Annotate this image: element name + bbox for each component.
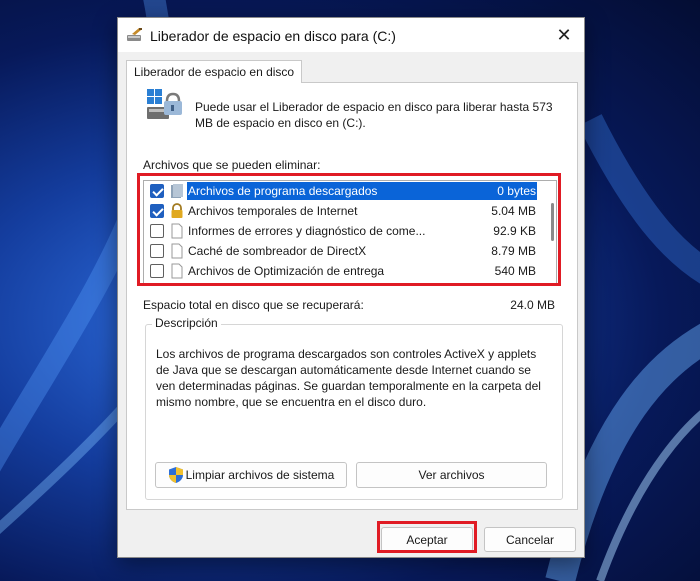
file-icon: [171, 263, 183, 279]
view-files-button[interactable]: Ver archivos: [356, 462, 547, 488]
window-title: Liberador de espacio en disco para (C:): [150, 28, 396, 44]
file-name: Archivos de Optimización de entrega: [188, 264, 385, 278]
title-bar[interactable]: Liberador de espacio en disco para (C:) …: [118, 18, 584, 52]
folder-icon: [171, 184, 183, 198]
checkbox[interactable]: [150, 244, 164, 258]
file-name: Informes de errores y diagnóstico de com…: [188, 224, 426, 238]
file-size: 8.79 MB: [491, 244, 536, 258]
list-item[interactable]: Informes de errores y diagnóstico de com…: [144, 221, 556, 241]
list-item[interactable]: Archivos de Optimización de entrega 540 …: [144, 261, 556, 281]
disk-cleanup-dialog: Liberador de espacio en disco para (C:) …: [117, 17, 585, 558]
cleanup-system-files-label: Limpiar archivos de sistema: [185, 468, 335, 482]
lock-icon: [171, 203, 183, 218]
file-icon: [171, 223, 183, 239]
file-name: Archivos de programa descargados: [188, 184, 378, 198]
desktop-background: Liberador de espacio en disco para (C:) …: [0, 0, 700, 581]
cleanup-system-files-button[interactable]: Limpiar archivos de sistema: [155, 462, 347, 488]
checkbox[interactable]: [150, 264, 164, 278]
file-name: Caché de sombreador de DirectX: [188, 244, 367, 258]
file-size: 0 bytes: [497, 184, 536, 198]
tab-panel: Puede usar el Liberador de espacio en di…: [126, 82, 578, 510]
description-legend: Descripción: [152, 316, 221, 330]
files-label: Archivos que se pueden eliminar:: [143, 158, 321, 172]
drive-cleanup-icon: [147, 89, 182, 119]
close-icon: ✕: [556, 24, 572, 45]
uac-shield-icon: [168, 467, 183, 483]
description-text: Los archivos de programa descargados son…: [156, 347, 541, 409]
total-space-value: 24.0 MB: [510, 298, 555, 312]
ok-button[interactable]: Aceptar: [381, 527, 473, 552]
file-size: 5.04 MB: [491, 204, 536, 218]
checkbox[interactable]: [150, 204, 164, 218]
file-size: 92.9 KB: [493, 224, 536, 238]
cancel-label: Cancelar: [505, 532, 555, 547]
file-size: 540 MB: [494, 264, 536, 278]
file-list[interactable]: Archivos de programa descargados 0 bytes…: [143, 180, 557, 286]
close-button[interactable]: ✕: [544, 18, 584, 52]
total-space-label: Espacio total en disco que se recuperará…: [143, 298, 364, 312]
intro-text: Puede usar el Liberador de espacio en di…: [195, 100, 553, 130]
disk-cleanup-icon: [127, 28, 142, 41]
list-item[interactable]: Caché de sombreador de DirectX 8.79 MB: [144, 241, 556, 261]
list-item[interactable]: Archivos de programa descargados 0 bytes: [144, 181, 556, 201]
tab-disk-cleanup[interactable]: Liberador de espacio en disco: [126, 60, 303, 83]
view-files-label: Ver archivos: [418, 468, 485, 482]
list-scrollbar[interactable]: [551, 203, 554, 241]
ok-label: Aceptar: [406, 532, 448, 547]
list-item[interactable]: Archivos temporales de Internet 5.04 MB: [144, 201, 556, 221]
checkbox[interactable]: [150, 184, 164, 198]
checkbox[interactable]: [150, 224, 164, 238]
cancel-button[interactable]: Cancelar: [484, 527, 576, 552]
file-name: Archivos temporales de Internet: [188, 204, 358, 218]
file-icon: [171, 243, 183, 259]
